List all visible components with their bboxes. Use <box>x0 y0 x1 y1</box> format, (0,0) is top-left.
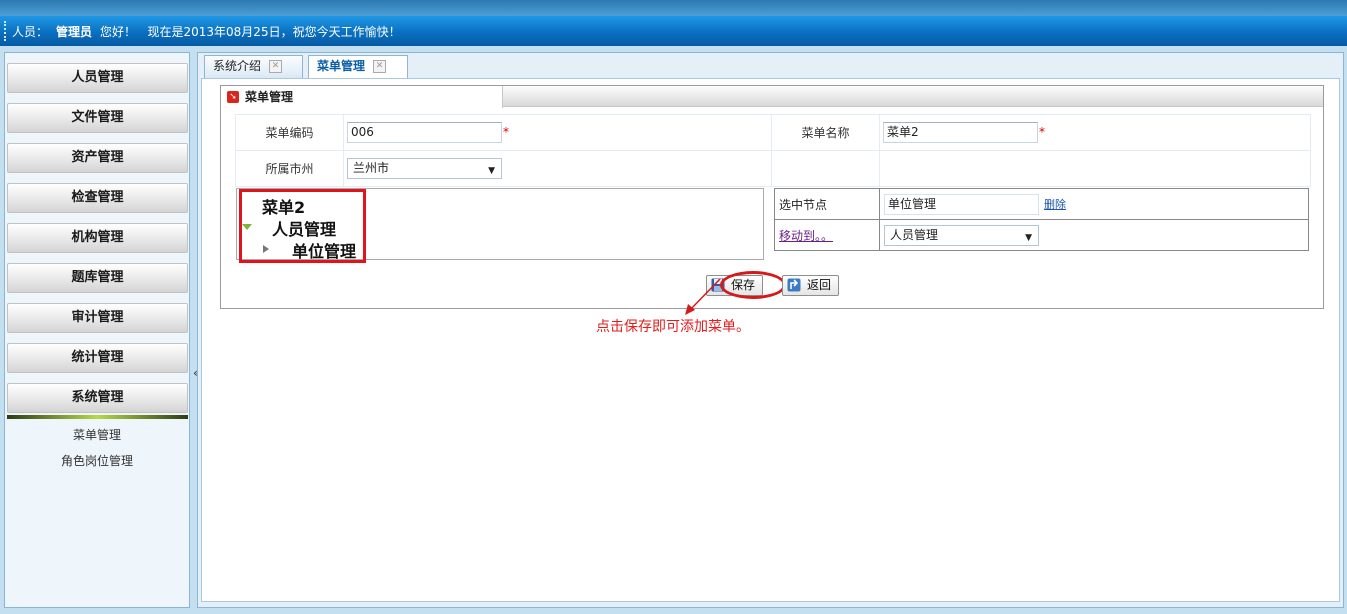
menu-form-box: ➘ 菜单管理 菜单编码 006 * 菜单名称 菜单2 * 所属市州 兰州市 ▼ … <box>220 85 1324 309</box>
tab-content: ➘ 菜单管理 菜单编码 006 * 菜单名称 菜单2 * 所属市州 兰州市 ▼ … <box>201 78 1340 602</box>
sidebar-item-organization[interactable]: 机构管理 <box>7 223 188 253</box>
return-arrow-icon <box>787 278 801 292</box>
form-title-text: 菜单管理 <box>245 90 294 104</box>
form-title: ➘ 菜单管理 <box>221 86 503 108</box>
empty-cell <box>771 150 880 187</box>
top-banner <box>0 0 1347 16</box>
tree-node-unit[interactable]: 单位管理 <box>292 238 356 262</box>
tab-label: 系统介绍 <box>213 59 262 73</box>
sidebar-item-inspection[interactable]: 检查管理 <box>7 183 188 213</box>
active-menu-indicator <box>7 415 188 419</box>
menu-code-input[interactable]: 006 <box>347 122 502 143</box>
annotation-arrow-icon <box>685 278 721 315</box>
sidebar-item-system[interactable]: 系统管理 <box>7 383 188 413</box>
delete-link[interactable]: 删除 <box>1044 198 1066 211</box>
city-select-value: 兰州市 <box>353 161 390 175</box>
collapse-icon[interactable] <box>263 245 269 253</box>
tree-node-personnel[interactable]: 人员管理 <box>272 216 336 240</box>
tab-label: 菜单管理 <box>317 59 366 73</box>
content-panel: 系统介绍 ✕ 菜单管理 ✕ ➘ 菜单管理 菜单编码 006 * 菜单名称 菜单2… <box>197 52 1344 608</box>
arrow-icon: ➘ <box>227 91 239 103</box>
sidebar-item-assets[interactable]: 资产管理 <box>7 143 188 173</box>
chevron-down-icon: ▼ <box>1025 232 1032 243</box>
menu-form-table: 菜单编码 006 * 菜单名称 菜单2 * 所属市州 兰州市 ▼ <box>235 114 1311 187</box>
user-info-bar: 人员： 管理员 您好！ 现在是2013年08月25日，祝您今天工作愉快！ <box>0 16 1347 46</box>
sidebar-item-audit[interactable]: 审计管理 <box>7 303 188 333</box>
close-icon[interactable]: ✕ <box>373 60 387 73</box>
user-info-text: 人员： 管理员 您好！ 现在是2013年08月25日，祝您今天工作愉快！ <box>12 23 401 40</box>
menu-tree: 菜单2 人员管理 单位管理 <box>236 188 764 263</box>
back-button-label: 返回 <box>807 278 832 292</box>
empty-cell <box>879 150 1311 187</box>
city-label: 所属市州 <box>235 150 344 187</box>
user-name: 管理员 <box>56 25 93 39</box>
sidebar-item-statistics[interactable]: 统计管理 <box>7 343 188 373</box>
sidebar-item-personnel[interactable]: 人员管理 <box>7 63 188 93</box>
submenu-item-menu-management[interactable]: 菜单管理 <box>5 426 189 443</box>
sidebar-item-question-bank[interactable]: 题库管理 <box>7 263 188 293</box>
required-mark: * <box>503 125 509 139</box>
bar-grip <box>4 21 7 41</box>
sidebar: 人员管理 文件管理 资产管理 检查管理 机构管理 题库管理 审计管理 统计管理 … <box>4 52 190 608</box>
move-to-link[interactable]: 移动到。。 <box>779 229 833 243</box>
submenu-item-role-management[interactable]: 角色岗位管理 <box>5 452 189 469</box>
move-target-value: 人员管理 <box>890 227 939 242</box>
sidebar-item-files[interactable]: 文件管理 <box>7 103 188 133</box>
selected-node-label: 选中节点 <box>774 188 880 220</box>
move-target-select[interactable]: 人员管理 ▼ <box>884 224 1039 246</box>
required-mark: * <box>1039 125 1045 139</box>
menu-name-label: 菜单名称 <box>771 114 880 151</box>
tab-system-intro[interactable]: 系统介绍 ✕ <box>204 55 303 78</box>
menu-code-label: 菜单编码 <box>235 114 344 151</box>
tab-menu-management[interactable]: 菜单管理 ✕ <box>308 55 408 79</box>
main-frame: 人员管理 文件管理 资产管理 检查管理 机构管理 题库管理 审计管理 统计管理 … <box>0 46 1347 614</box>
date-message: 现在是2013年08月25日，祝您今天工作愉快！ <box>147 25 401 39</box>
back-button[interactable]: 返回 <box>782 275 840 296</box>
user-label: 人员： <box>12 25 49 39</box>
menu-name-input[interactable]: 菜单2 <box>883 122 1038 143</box>
selected-node-input[interactable]: 单位管理 <box>884 193 1039 215</box>
node-edit-table: 选中节点 单位管理 删除 移动到。。 人员管理 ▼ <box>774 188 1309 251</box>
annotation-note: 点击保存即可添加菜单。 <box>596 319 750 335</box>
greeting: 您好！ <box>100 25 137 39</box>
close-icon[interactable]: ✕ <box>269 60 283 73</box>
chevron-down-icon: ▼ <box>488 166 495 176</box>
tree-node-root[interactable]: 菜单2 <box>262 194 305 218</box>
city-select[interactable]: 兰州市 ▼ <box>347 158 502 179</box>
expand-icon[interactable] <box>242 224 252 230</box>
